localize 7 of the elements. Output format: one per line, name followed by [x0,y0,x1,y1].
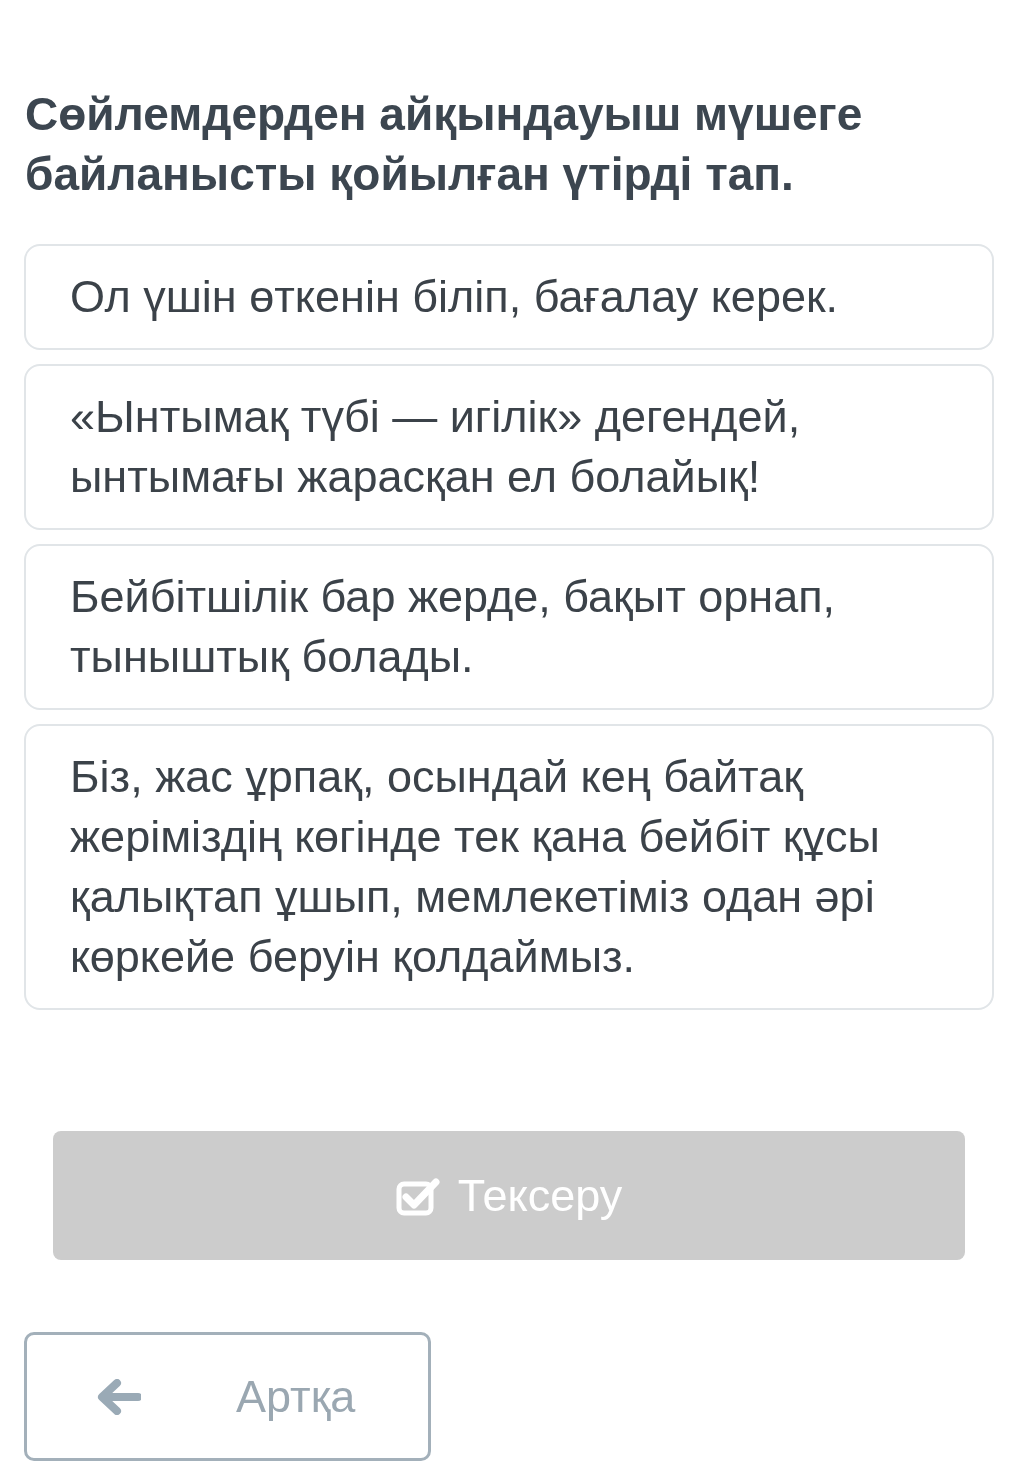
left-arrow-icon [97,1378,141,1415]
question-title: Сөйлемдерден айқындауыш мүшеге байланысты қойылған үтірді тап. [25,87,864,202]
answer-option[interactable]: Ол үшін өткенін біліп, бағалау керек. [24,244,994,350]
answer-option[interactable]: «Ынтымақ түбі — игілік» дегендей, ынтымағы жарасқан ел болайық! [24,364,994,530]
answer-option[interactable]: Біз, жас ұрпақ, осындай кең байтақ жеріміздің көгінде тек қана бейбіт құсы қалықтап ұшып, мемлекетіміз одан әрі көркейе беруін қолдаймыз. [24,724,994,1010]
answer-option[interactable]: Бейбітшілік бар жерде, бақыт орнап, тыныштық болады. [24,544,994,710]
checkbox-tick-icon [395,1175,440,1216]
